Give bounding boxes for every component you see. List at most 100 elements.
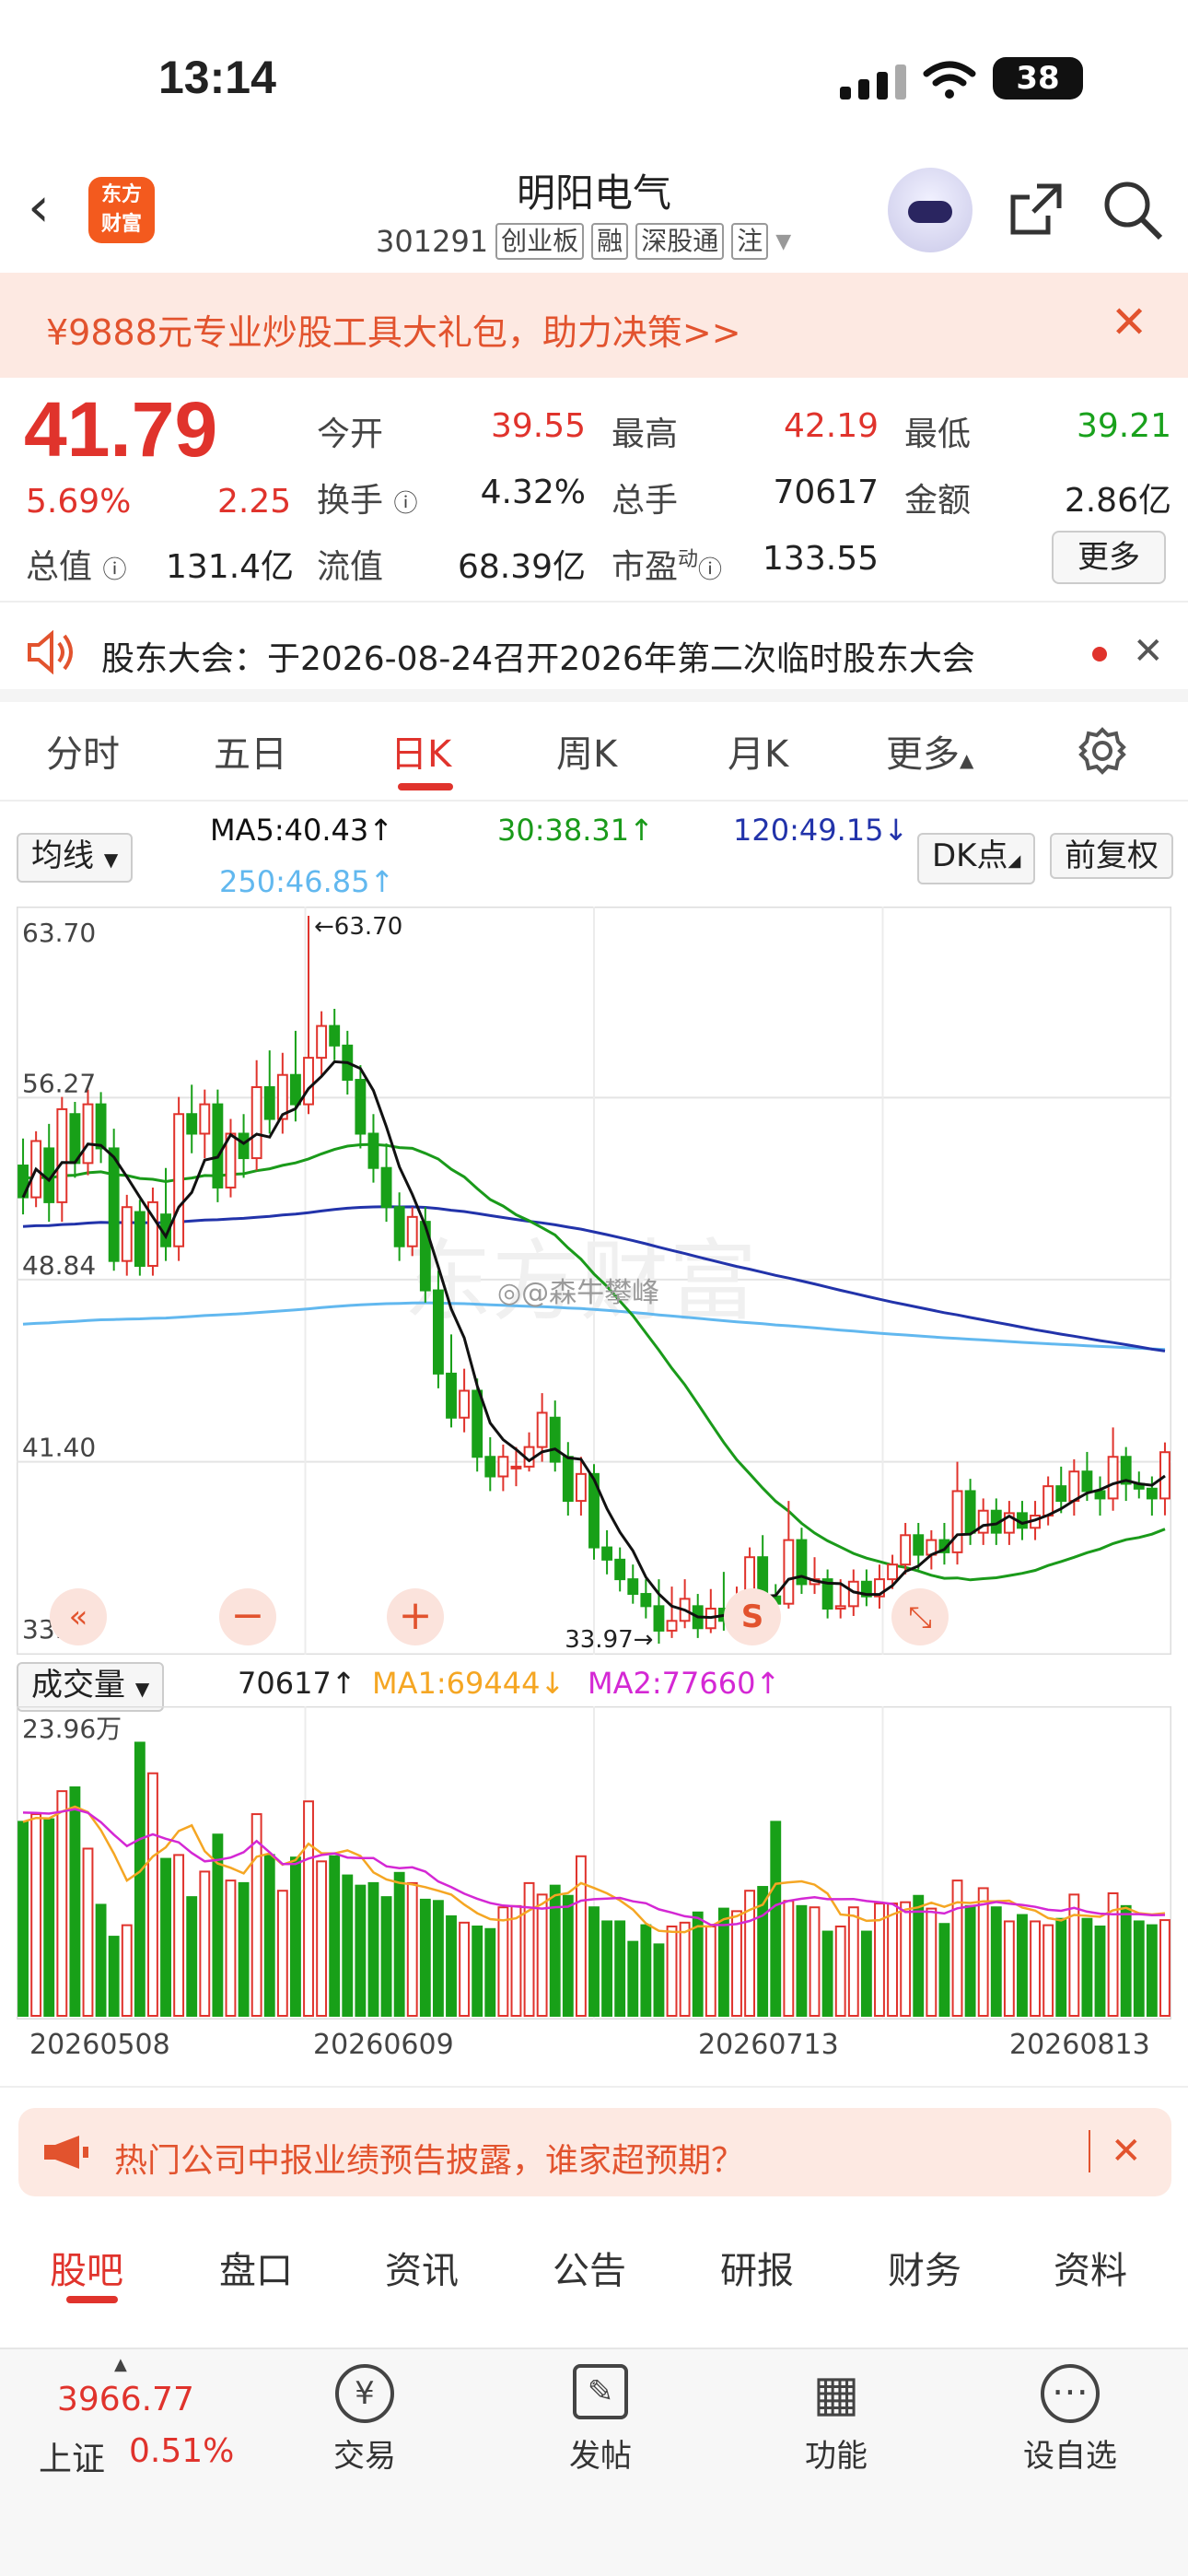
volume-bar [17,1821,29,2017]
mktcap-value: 131.4亿 [166,548,295,586]
candle-body [303,1057,314,1106]
volume-bar [627,1940,639,2017]
tab-news[interactable]: 资讯 [385,2241,459,2294]
candle-body [536,1411,548,1448]
vol-ma1-label: MA1:69444↓ [372,1666,565,1701]
date-tick: 20260813 [1009,2029,1150,2061]
volume-bar [938,1923,950,2017]
float-value: 68.39亿 [457,548,586,586]
tab-intraday[interactable]: 分时 [46,724,120,778]
promo-text[interactable]: ¥9888元专业炒股工具大礼包，助力决策>> [46,304,741,355]
volume-bar [1120,1904,1132,2018]
signal-s-button[interactable]: S [724,1588,781,1645]
notice-text[interactable]: 股东大会：于2026-08-24召开2026年第二次临时股东大会 [101,632,975,680]
volume-bar [847,1906,859,2017]
fullscreen-icon[interactable]: ⤡ [891,1588,949,1645]
close-icon[interactable]: ✕ [1133,630,1164,673]
add-watchlist-label: 设自选 [1023,2438,1117,2475]
close-icon[interactable]: ✕ [1111,2130,1142,2172]
candle-body [250,1086,262,1160]
post-label: 发帖 [569,2438,632,2475]
volume-bar [1030,1920,1041,2017]
tab-five-day[interactable]: 五日 [214,724,287,778]
candle-body [1094,1490,1106,1500]
tab-weekly-k[interactable]: 周K [556,724,617,778]
candle-body [95,1103,107,1150]
volume-bar [640,1924,652,2017]
high-label: 最高 [611,416,679,453]
y-tick-label: 48.84 [22,1250,96,1281]
current-price: 41.79 [24,386,218,473]
ma-selector[interactable]: 均线 ▼ [17,833,134,883]
share-icon[interactable] [1006,179,1066,240]
trade-button[interactable]: ¥ 交易 [309,2364,420,2475]
tag-board: 创业板 [495,223,585,260]
tab-more[interactable]: 更多▲ [886,724,973,778]
indicator-selector[interactable]: 成交量 ▼ [17,1662,165,1712]
more-dots-icon: ⋯ [1041,2364,1100,2423]
index-change[interactable]: 0.51% [129,2432,234,2470]
volume-bar [834,1926,846,2017]
tab-announcements[interactable]: 公告 [553,2241,626,2294]
search-icon[interactable] [1101,179,1164,241]
volume-bar [900,1901,912,2017]
tab-monthly-k[interactable]: 月K [728,724,788,778]
scroll-left-button[interactable]: « [50,1588,107,1645]
add-watchlist-button[interactable]: ⋯ 设自选 [1015,2364,1125,2475]
post-button[interactable]: ✎ 发帖 [545,2364,656,2475]
volume-bar [134,1741,146,2018]
volume-bar [731,1910,742,2017]
volume-bar [82,1847,94,2017]
candle-body [1107,1456,1119,1500]
more-button[interactable]: 更多 [1052,531,1166,584]
volume-bar [601,1920,613,2017]
tab-research[interactable]: 研报 [720,2241,794,2294]
candle-body [1081,1470,1093,1493]
tab-profile[interactable]: 资料 [1054,2241,1127,2294]
volume-bar [913,1894,925,2017]
mktcap-label: 总值 ⓘ [26,548,127,586]
tab-orderbook[interactable]: 盘口 [219,2241,293,2294]
volume-bar [770,1821,782,2017]
divider [0,800,1188,802]
volume-chart[interactable]: 23.96万 [17,1706,1171,2020]
divider [1089,2130,1090,2172]
gear-icon[interactable] [1077,726,1127,776]
candle-body [951,1490,963,1553]
tab-financials[interactable]: 财务 [888,2241,961,2294]
index-name[interactable]: 上证 [39,2432,105,2480]
unread-dot [1092,647,1107,662]
trade-label: 交易 [333,2438,396,2475]
volume-bar [367,1881,379,2017]
change-percent: 5.69% [26,483,132,521]
tag-margin: 融 [591,223,629,260]
y-tick-label: 56.27 [22,1068,96,1098]
pe-label: 市盈动ⓘ [611,548,723,586]
stock-meta[interactable]: 301291 创业板 融 深股通 注 ▼ [376,223,791,260]
volume-bar [419,1898,431,2017]
y-axis: 63.7056.2748.8441.4033.97 [22,918,96,1645]
close-icon[interactable]: ✕ [1111,297,1147,348]
volume-bar [549,1884,561,2017]
candle-body [290,1073,301,1106]
assistant-avatar[interactable] [888,168,973,252]
candle-body [913,1534,925,1556]
dk-point-button[interactable]: DK点◢ [917,833,1036,884]
float-label: 流值 [317,548,384,586]
zoom-in-button[interactable]: + [387,1588,444,1645]
vol-ma2-label: MA2:77660↑ [588,1666,781,1701]
volume-bar [562,1894,574,2017]
candle-body [355,1079,367,1135]
adjust-button[interactable]: 前复权 [1050,833,1173,879]
candle-body [238,1132,250,1160]
functions-button[interactable]: ▦ 功能 [781,2364,891,2475]
hot-topic-text[interactable]: 热门公司中报业绩预告披露，谁家超预期？ [114,2134,744,2182]
candle-body [887,1563,898,1581]
tab-forum[interactable]: 股吧 [50,2241,123,2294]
tab-daily-k[interactable]: 日K [390,724,451,778]
index-value[interactable]: 3966.77 [57,2381,194,2418]
status-bar: 13:14 38 [0,0,1188,157]
stock-code: 301291 [376,224,489,259]
tag-connect: 深股通 [635,223,725,260]
zoom-out-button[interactable]: − [219,1588,276,1645]
